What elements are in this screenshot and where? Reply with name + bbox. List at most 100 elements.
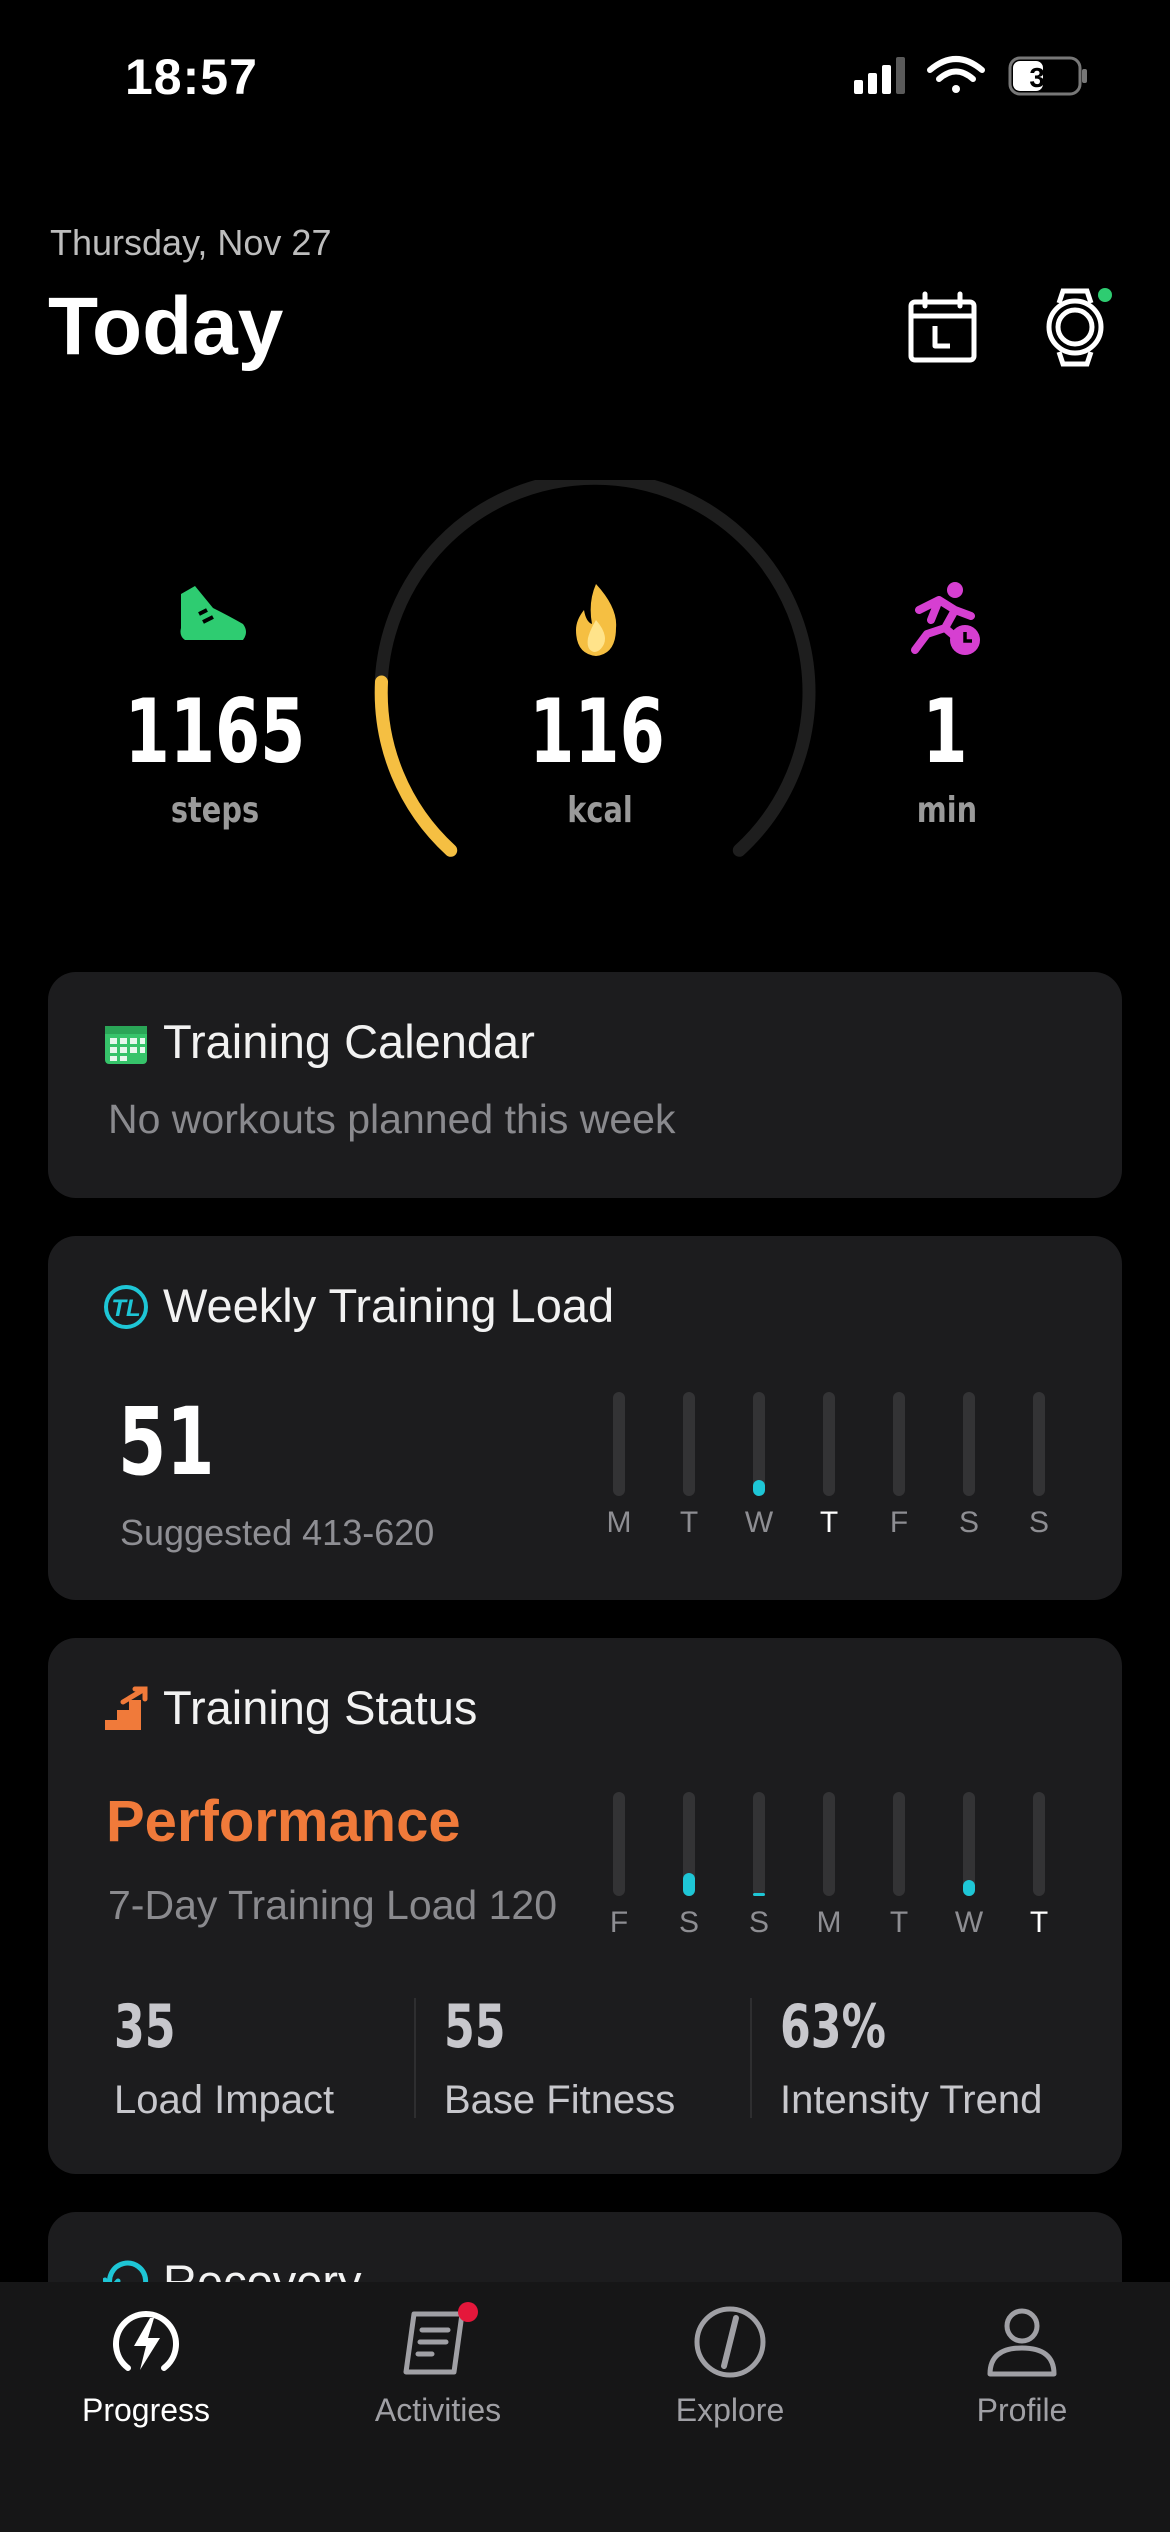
stat-label: Intensity Trend — [780, 2078, 1043, 2122]
activities-notification-dot — [458, 2302, 478, 2322]
training-status-bar-track — [823, 1792, 835, 1896]
stat-value: 55 — [444, 1992, 506, 2062]
weekly-load-day-label: T — [819, 1506, 839, 1539]
training-status-bar-track — [893, 1792, 905, 1896]
training-status-card[interactable]: Training Status Performance 7-Day Traini… — [48, 1638, 1122, 2174]
weekly-load-day-label: S — [958, 1506, 979, 1539]
training-status-bar-track — [963, 1792, 975, 1896]
weekly-load-day-6: S — [1004, 1392, 1074, 1552]
weekly-load-bar-track — [963, 1392, 975, 1496]
status-icons: 33 — [854, 56, 1087, 96]
training-status-day-1: S — [654, 1792, 724, 1952]
tab-activities[interactable]: Activities — [292, 2282, 584, 2532]
ring-progress — [374, 675, 458, 857]
wifi-icon — [927, 56, 985, 93]
tab-explore-label: Explore — [675, 2392, 785, 2428]
weekly-load-bar-track — [613, 1392, 625, 1496]
training-status-bar-track — [613, 1792, 625, 1896]
training-calendar-card[interactable]: Training Calendar No workouts planned th… — [48, 972, 1122, 1198]
page-title: Today — [48, 281, 284, 372]
steps-value: 1165 — [124, 680, 306, 783]
training-status-bar-fill — [753, 1893, 765, 1896]
stat-label: Load Impact — [114, 2078, 335, 2122]
weekly-load-day-label: T — [679, 1506, 699, 1539]
seven-day-load: 7-Day Training Load 120 — [108, 1882, 558, 1928]
stat-divider — [414, 1998, 416, 2118]
weekly-load-day-label: M — [606, 1506, 632, 1539]
weekly-load-title: Weekly Training Load — [163, 1279, 615, 1332]
person-icon — [987, 2308, 1057, 2377]
weekly-load-day-label: S — [1028, 1506, 1049, 1539]
weekly-training-load-card[interactable]: TL Weekly Training Load 51 Suggested 413… — [48, 1236, 1122, 1600]
training-status-day-label: F — [609, 1906, 629, 1939]
steps-unit: steps — [170, 790, 260, 831]
training-status-day-4: T — [864, 1792, 934, 1952]
stat-divider — [750, 1998, 752, 2118]
weekly-load-bar-track — [683, 1392, 695, 1496]
training-calendar-subtitle: No workouts planned this week — [108, 1096, 676, 1142]
training-status-value: Performance — [106, 1789, 461, 1854]
calories-unit: kcal — [567, 790, 633, 831]
cellular-signal-icon — [854, 57, 905, 94]
training-status-bar-fill — [963, 1880, 975, 1896]
weekly-load-bar-track — [1033, 1392, 1045, 1496]
training-status-bar-track — [1033, 1792, 1045, 1896]
tab-activities-label: Activities — [374, 2392, 502, 2428]
active-minutes-unit: min — [916, 790, 978, 831]
tab-profile[interactable]: Profile — [876, 2282, 1168, 2532]
battery-level: 33 — [1029, 62, 1060, 93]
calendar-grid-icon — [105, 1026, 147, 1064]
tab-progress[interactable]: Progress — [0, 2282, 292, 2532]
tab-explore[interactable]: Explore — [584, 2282, 876, 2532]
training-status-bars: FSSMTWT — [584, 1792, 1094, 1952]
weekly-load-day-1: T — [654, 1392, 724, 1552]
stat-value: 63% — [780, 1992, 886, 2062]
active-minutes-value: 1 — [922, 680, 968, 783]
training-status-day-6: T — [1004, 1792, 1074, 1952]
weekly-load-day-2: W — [724, 1392, 794, 1552]
running-clock-icon — [911, 582, 980, 655]
training-status-stats: 35 Load Impact 55 Base Fitness 63% Intensity … — [48, 1992, 1122, 2132]
weekly-load-day-label: F — [889, 1506, 909, 1539]
weekly-load-suggested: Suggested 413-620 — [120, 1512, 435, 1553]
training-status-day-label: S — [678, 1906, 699, 1939]
training-status-day-label: W — [954, 1906, 984, 1939]
training-status-day-0: F — [584, 1792, 654, 1952]
status-time: 18:57 — [125, 49, 258, 105]
training-status-bar-track — [683, 1792, 695, 1896]
training-status-title: Training Status — [163, 1681, 478, 1734]
svg-text:TL: TL — [111, 1295, 140, 1322]
training-load-icon: TL — [104, 1285, 148, 1329]
training-status-day-2: S — [724, 1792, 794, 1952]
flame-icon — [576, 584, 617, 656]
weekly-load-bar-fill — [753, 1480, 765, 1496]
training-calendar-title: Training Calendar — [163, 1015, 535, 1068]
tab-progress-label: Progress — [81, 2392, 211, 2428]
weekly-load-day-4: F — [864, 1392, 934, 1552]
weekly-load-day-5: S — [934, 1392, 1004, 1552]
training-status-day-3: M — [794, 1792, 864, 1952]
training-status-day-label: S — [748, 1906, 769, 1939]
tab-profile-label: Profile — [976, 2392, 1068, 2428]
weekly-load-bar-track — [893, 1392, 905, 1496]
shoe-icon — [180, 586, 246, 640]
weekly-load-day-0: M — [584, 1392, 654, 1552]
stat-value: 35 — [114, 1992, 176, 2062]
calories-value: 116 — [529, 680, 665, 783]
weekly-load-value: 51 — [118, 1388, 215, 1497]
weekly-load-bar-track — [823, 1392, 835, 1496]
tab-bar: Progress Activities Explore Profile — [0, 2282, 1170, 2532]
training-status-day-5: W — [934, 1792, 1004, 1952]
weekly-load-bars: M TWT F S S — [584, 1392, 1094, 1552]
training-status-bar-fill — [683, 1873, 695, 1896]
date-label: Thursday, Nov 27 — [50, 222, 332, 263]
stat-label: Base Fitness — [444, 2078, 676, 2122]
weekly-load-day-3: T — [794, 1392, 864, 1552]
compass-icon — [694, 2306, 766, 2378]
watch-icon — [1046, 288, 1104, 367]
training-status-day-label: T — [889, 1906, 909, 1939]
calendar-button[interactable] — [905, 290, 980, 365]
watch-device-button[interactable] — [1035, 285, 1115, 370]
training-status-day-label: M — [816, 1906, 842, 1939]
connected-dot — [1098, 288, 1112, 302]
